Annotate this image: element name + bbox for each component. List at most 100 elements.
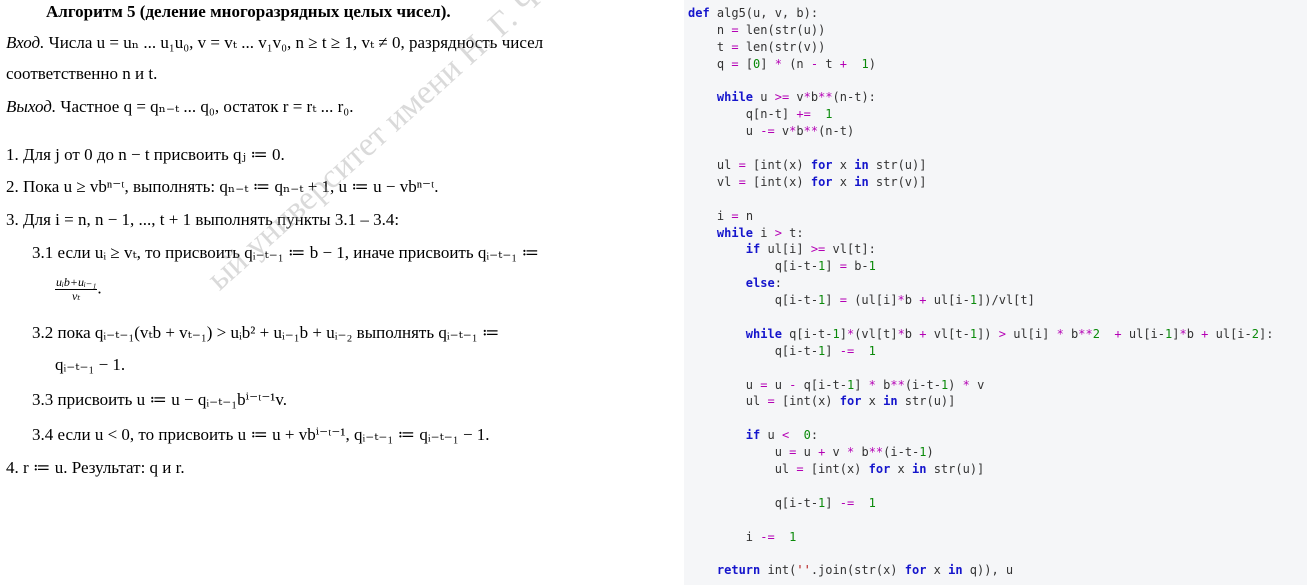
code-token: >= <box>774 90 790 105</box>
code-token: ]: <box>1258 326 1274 341</box>
algorithm-text: Алгоритм 5 (деление многоразрядных целых… <box>0 0 701 585</box>
code-token: x <box>861 394 884 409</box>
fraction-numerator: uᵢb+uᵢ₋₁ <box>55 275 98 290</box>
code-token: q[i-t- <box>688 259 819 274</box>
code-token: ul[i- <box>1121 326 1165 341</box>
code-line: ul = [int(x) for x in str(u)] <box>688 393 1273 410</box>
step-4: 4. r ≔ u. Результат: q и r. <box>6 458 185 477</box>
code-token: += <box>796 107 811 122</box>
code-token: 1 <box>868 343 876 358</box>
code-token: x <box>926 563 949 578</box>
code-token: * <box>774 56 782 71</box>
code-token: ])/vl[t] <box>977 293 1035 308</box>
code-token: q)), u <box>962 563 1014 578</box>
code-token: for <box>839 394 862 409</box>
code-line: ul = [int(x) for x in str(u)] <box>688 157 1273 174</box>
code-token: ** <box>868 445 884 460</box>
code-token: in <box>854 158 869 173</box>
code-token: ** <box>1078 326 1093 341</box>
code-token: 2 <box>1092 326 1100 341</box>
code-token: ul[i- <box>926 293 970 308</box>
input-label: Вход. <box>6 33 45 52</box>
code-token: .join(str(x) <box>810 563 905 578</box>
code-token: 0 <box>803 428 811 443</box>
code-token: for <box>904 563 927 578</box>
code-token: in <box>948 563 963 578</box>
code-token: 1 <box>969 326 978 341</box>
code-token: = <box>767 394 775 409</box>
code-token: ] <box>760 56 775 71</box>
code-token: in <box>883 394 898 409</box>
code-token: b <box>796 124 804 139</box>
code-token: str(u)] <box>868 158 927 173</box>
code-token: u <box>688 124 761 139</box>
code-token: = <box>796 462 804 477</box>
code-token: u <box>688 377 761 392</box>
code-token: ul <box>688 394 768 409</box>
code-line: else: <box>688 275 1273 292</box>
code-token: 1 <box>919 445 927 460</box>
code-token: i <box>753 225 775 240</box>
step-2: 2. Пока u ≥ vbⁿ⁻ᵗ, выполнять: qₙ₋ₜ ≔ qₙ₋… <box>6 177 439 196</box>
code-token: ] <box>854 377 869 392</box>
code-token: >= <box>810 242 826 257</box>
step-3-2-cont: qᵢ₋ₜ₋₁ − 1. <box>55 355 126 374</box>
code-token: q[n-t] <box>688 107 797 122</box>
code-token: > <box>998 326 1006 341</box>
code-token: [int(x) <box>745 174 811 189</box>
code-token: v <box>825 445 847 460</box>
code-token: while <box>688 326 782 341</box>
code-line: u -= v*b**(n-t) <box>688 123 1273 140</box>
code-line: n = len(str(u)) <box>688 22 1273 39</box>
code-token: [int(x) <box>774 394 840 409</box>
code-line: while u >= v*b**(n-t): <box>688 89 1273 106</box>
code-token: -= <box>839 495 855 510</box>
code-token: b <box>875 377 891 392</box>
code-token: ] <box>825 293 840 308</box>
code-token: ] <box>839 326 847 341</box>
code-token: = <box>731 208 739 223</box>
page: Алгоритм 5 (деление многоразрядных целых… <box>0 0 1307 585</box>
code-token: = <box>731 39 739 54</box>
code-token: str(u)] <box>897 394 956 409</box>
code-token: = <box>738 174 746 189</box>
code-token: 1 <box>868 495 876 510</box>
code-token: : <box>810 428 819 443</box>
code-token: for <box>868 462 891 477</box>
code-token: '' <box>796 563 811 578</box>
code-token: vl[t- <box>926 326 970 341</box>
code-token: else <box>688 276 775 291</box>
code-token: (n-t): <box>832 90 876 105</box>
code-token: ] <box>825 343 840 358</box>
code-token: = <box>731 56 739 71</box>
output-line: Выход. Частное q = qₙ₋ₜ ... q₀, остаток … <box>6 97 353 117</box>
code-token: ) <box>926 445 934 460</box>
code-token: t <box>818 56 840 71</box>
output-label: Выход. <box>6 97 57 116</box>
code-token: return <box>688 563 761 578</box>
code-token: if <box>688 428 761 443</box>
code-token: (vl[t] <box>854 326 898 341</box>
code-token: while <box>688 225 754 240</box>
code-token: n <box>738 208 754 223</box>
code-token: q[i-t- <box>796 377 847 392</box>
code-token: = <box>731 22 739 37</box>
code-token: b <box>1186 326 1202 341</box>
code-token: [int(x) <box>803 462 869 477</box>
code-token: str(u)] <box>926 462 985 477</box>
code-token: 1 <box>789 529 797 544</box>
code-line: u = u - q[i-t-1] * b**(i-t-1) * v <box>688 377 1273 394</box>
code-line: q[i-t-1] -= 1 <box>688 495 1273 512</box>
code-token: [int(x) <box>745 158 811 173</box>
fraction-period: . <box>97 278 102 298</box>
output-text: Частное q = qₙ₋ₜ ... q₀, остаток r = rₜ … <box>56 97 354 116</box>
code-token: = <box>839 259 847 274</box>
code-line: while i > t: <box>688 225 1273 242</box>
